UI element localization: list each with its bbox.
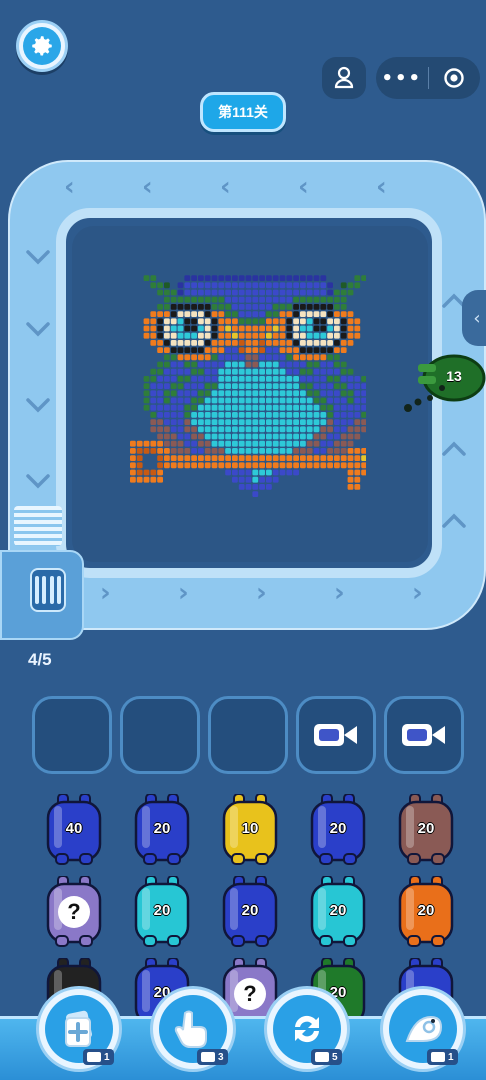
- progress-counter: 4/5: [28, 650, 52, 669]
- jar-count: 40: [65, 820, 83, 837]
- jar-count: 20: [329, 820, 347, 837]
- refresh-icon: [295, 1015, 319, 1043]
- jar-count: 10: [241, 820, 259, 837]
- track-arrow: ‹: [142, 172, 153, 202]
- magic-tool[interactable]: 1: [380, 986, 466, 1072]
- chevron-left-icon: ‹: [473, 307, 481, 329]
- color-jar[interactable]: 20: [222, 875, 278, 948]
- dropped-pixels: [404, 385, 445, 412]
- video-icon: [402, 724, 445, 746]
- track-arrow: ‹: [298, 172, 309, 202]
- tool-count-badge: 5: [311, 1049, 342, 1065]
- color-jar[interactable]: 20: [398, 793, 454, 866]
- holding-slot[interactable]: [120, 696, 200, 774]
- tool-count-badge: 1: [83, 1049, 114, 1065]
- jar-count: 20: [241, 902, 259, 919]
- track-arrow: ›: [334, 578, 345, 608]
- locked-slot[interactable]: [296, 696, 376, 774]
- tool-count-badge: 3: [197, 1049, 228, 1065]
- video-icon: [315, 1052, 329, 1062]
- locked-slot[interactable]: [384, 696, 464, 774]
- color-jar[interactable]: 20: [134, 875, 190, 948]
- track-arrow: ›: [178, 578, 189, 608]
- tool-count-badge: 1: [427, 1049, 458, 1065]
- add-card-icon: [65, 1010, 92, 1047]
- pointing-hand-icon: [174, 1010, 207, 1048]
- dock-stack: [14, 506, 62, 546]
- settings-button[interactable]: [16, 20, 68, 72]
- target-icon: [444, 68, 464, 88]
- video-icon: [431, 1052, 445, 1062]
- more-menu-button[interactable]: •••: [376, 68, 428, 89]
- video-icon: [314, 724, 357, 746]
- jar-count: 20: [153, 902, 171, 919]
- track-arrow: ‹: [220, 172, 231, 202]
- avatar-button[interactable]: [322, 57, 366, 99]
- color-jar[interactable]: 20: [310, 875, 366, 948]
- color-jar[interactable]: 40: [46, 793, 102, 866]
- mini-program-capsule: •••: [376, 57, 480, 99]
- shell-icon: [405, 1015, 443, 1042]
- level-indicator: 第111关: [200, 92, 286, 132]
- color-jar[interactable]: ?: [46, 875, 102, 948]
- jar-count: 20: [417, 902, 435, 919]
- mystery-jar-label: ?: [234, 978, 266, 1010]
- close-target-button[interactable]: [428, 67, 480, 89]
- track-arrow: ›: [412, 578, 423, 608]
- video-icon: [87, 1052, 101, 1062]
- color-jar[interactable]: 20: [398, 875, 454, 948]
- track-arrow: ›: [100, 578, 111, 608]
- mystery-jar-label: ?: [58, 896, 90, 928]
- color-jar[interactable]: 20: [134, 793, 190, 866]
- add-slot-tool[interactable]: 1: [36, 986, 122, 1072]
- track-arrow: ‹: [64, 172, 75, 202]
- track-left-arrows: [26, 250, 50, 489]
- shuffle-tool[interactable]: 5: [264, 986, 350, 1072]
- side-drawer-tab[interactable]: ‹: [462, 290, 486, 346]
- dispenser-gate[interactable]: [30, 568, 66, 612]
- jar-count: 20: [417, 820, 435, 837]
- holding-slot[interactable]: [208, 696, 288, 774]
- jar-count: 20: [153, 820, 171, 837]
- user-icon: [334, 66, 354, 89]
- track-arrow: ›: [256, 578, 267, 608]
- owl-pixel-art[interactable]: [126, 266, 366, 526]
- gear-icon: [32, 36, 52, 56]
- track-arrow: ‹: [376, 172, 387, 202]
- color-jar[interactable]: 10: [222, 793, 278, 866]
- jar-count: 20: [329, 902, 347, 919]
- video-icon: [201, 1052, 215, 1062]
- color-jar[interactable]: 20: [310, 793, 366, 866]
- pick-tool[interactable]: 3: [150, 986, 236, 1072]
- holding-slot[interactable]: [32, 696, 112, 774]
